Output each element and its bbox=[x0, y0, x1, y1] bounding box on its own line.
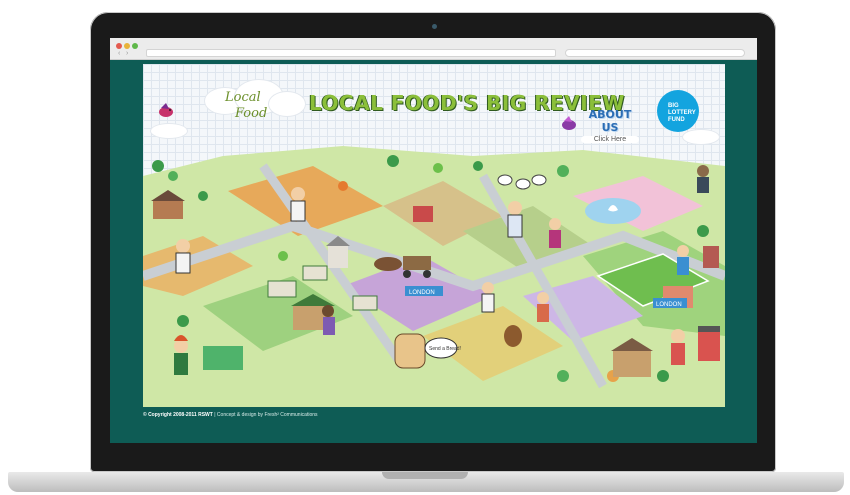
local-food-logo[interactable]: Local Food bbox=[209, 82, 293, 132]
lottery-line-3: FUND bbox=[668, 117, 685, 123]
illustrated-village-map[interactable]: LONDON LONDON Send a Bread! bbox=[143, 136, 725, 407]
sign-label: LONDON bbox=[409, 290, 435, 296]
sign-london-1: LONDON bbox=[405, 286, 443, 296]
forward-arrow-icon[interactable]: › bbox=[126, 50, 128, 57]
lottery-line-1: BIG bbox=[668, 103, 679, 109]
page-title: LOCAL FOOD'S BIG REVIEW bbox=[309, 91, 625, 115]
lottery-line-2: LOTTERY bbox=[668, 110, 696, 116]
bird-icon bbox=[159, 103, 173, 117]
bird-icon bbox=[562, 116, 576, 130]
logo-line-1: Local bbox=[225, 90, 261, 105]
speech-bubble-text: Send a Bread! bbox=[429, 346, 461, 352]
laptop-screen: ‹ › Local Food LOCAL FOOD'S BIG REVIEW A… bbox=[110, 38, 757, 443]
barrel bbox=[504, 325, 522, 347]
copyright-text: © Copyright 2008-2011 RSWT bbox=[143, 412, 213, 418]
laptop-notch bbox=[382, 472, 468, 479]
credit-link[interactable]: Concept & design by Fresh² Communication… bbox=[217, 412, 318, 418]
sign-label: LONDON bbox=[656, 302, 682, 308]
minimize-window-icon[interactable] bbox=[124, 43, 130, 49]
back-arrow-icon[interactable]: ‹ bbox=[118, 50, 120, 57]
page-footer: © Copyright 2008-2011 RSWT | Concept & d… bbox=[143, 412, 318, 418]
footer-separator: | bbox=[214, 412, 216, 418]
big-lottery-fund-logo[interactable]: BIG LOTTERY FUND bbox=[657, 90, 699, 132]
logo-line-2: Food bbox=[235, 106, 268, 121]
maximize-window-icon[interactable] bbox=[132, 43, 138, 49]
browser-chrome: ‹ › bbox=[110, 38, 757, 60]
web-page: Local Food LOCAL FOOD'S BIG REVIEW ABOUT… bbox=[143, 64, 725, 407]
sign-london-2: LONDON bbox=[653, 298, 687, 308]
close-window-icon[interactable] bbox=[116, 43, 122, 49]
about-us-title: ABOUT US bbox=[588, 108, 632, 134]
webcam bbox=[432, 24, 437, 29]
stage: ‹ › Local Food LOCAL FOOD'S BIG REVIEW A… bbox=[0, 0, 850, 495]
address-bar[interactable] bbox=[146, 49, 556, 57]
search-bar[interactable] bbox=[565, 49, 745, 57]
